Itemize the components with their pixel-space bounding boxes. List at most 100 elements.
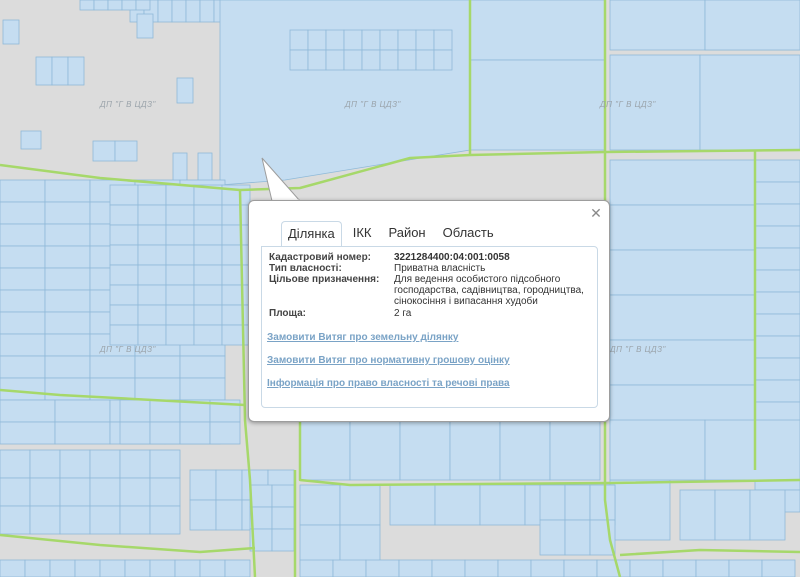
land-parcel[interactable] xyxy=(74,559,101,577)
land-parcel[interactable] xyxy=(109,244,139,266)
ownership-rights-info-link[interactable]: Інформація про право власності та речові… xyxy=(267,378,510,389)
land-parcel[interactable] xyxy=(89,505,121,535)
land-parcel[interactable] xyxy=(609,479,671,541)
land-parcel[interactable] xyxy=(0,377,46,401)
land-parcel[interactable] xyxy=(754,291,800,315)
land-parcel[interactable] xyxy=(271,528,295,552)
land-parcel[interactable] xyxy=(197,152,213,184)
land-parcel[interactable] xyxy=(59,449,91,479)
land-parcel[interactable] xyxy=(221,244,251,266)
land-parcel[interactable] xyxy=(397,49,417,71)
land-parcel[interactable] xyxy=(728,559,763,577)
land-parcel[interactable] xyxy=(609,249,756,296)
land-parcel[interactable] xyxy=(754,181,800,205)
land-parcel[interactable] xyxy=(59,477,91,507)
land-parcel[interactable] xyxy=(0,559,26,577)
land-parcel[interactable] xyxy=(51,56,69,86)
land-parcel[interactable] xyxy=(332,559,367,577)
land-parcel[interactable] xyxy=(109,224,139,246)
land-parcel[interactable] xyxy=(609,419,706,481)
land-parcel[interactable] xyxy=(44,289,91,313)
land-parcel[interactable] xyxy=(92,140,116,162)
land-parcel[interactable] xyxy=(54,421,111,445)
land-parcel[interactable] xyxy=(221,284,251,306)
land-parcel[interactable] xyxy=(662,559,697,577)
land-parcel[interactable] xyxy=(149,399,181,423)
land-parcel[interactable] xyxy=(221,304,251,326)
land-parcel[interactable] xyxy=(249,484,273,508)
land-parcel[interactable] xyxy=(398,559,433,577)
land-parcel[interactable] xyxy=(107,0,123,11)
land-parcel[interactable] xyxy=(0,289,46,313)
land-parcel[interactable] xyxy=(609,159,756,206)
land-parcel[interactable] xyxy=(464,559,499,577)
land-parcel[interactable] xyxy=(20,130,42,150)
land-parcel[interactable] xyxy=(179,377,226,401)
land-parcel[interactable] xyxy=(137,264,167,286)
land-parcel[interactable] xyxy=(189,469,217,501)
land-parcel[interactable] xyxy=(221,324,251,346)
land-parcel[interactable] xyxy=(0,505,31,535)
land-parcel[interactable] xyxy=(0,245,46,269)
land-parcel[interactable] xyxy=(754,379,800,403)
land-parcel[interactable] xyxy=(44,267,91,291)
land-parcel[interactable] xyxy=(149,449,181,479)
order-land-extract-link[interactable]: Замовити Витяг про земельну ділянку xyxy=(267,332,458,343)
land-parcel[interactable] xyxy=(361,49,381,71)
land-parcel[interactable] xyxy=(119,505,151,535)
land-parcel[interactable] xyxy=(754,357,800,381)
land-parcel[interactable] xyxy=(119,449,151,479)
land-parcel[interactable] xyxy=(137,224,167,246)
land-parcel[interactable] xyxy=(137,304,167,326)
land-parcel[interactable] xyxy=(563,559,598,577)
land-parcel[interactable] xyxy=(171,0,187,23)
land-parcel[interactable] xyxy=(0,311,46,335)
land-parcel[interactable] xyxy=(629,559,664,577)
land-parcel[interactable] xyxy=(389,484,436,526)
land-parcel[interactable] xyxy=(165,304,195,326)
land-parcel[interactable] xyxy=(149,505,181,535)
land-parcel[interactable] xyxy=(343,29,363,51)
land-parcel[interactable] xyxy=(44,355,91,379)
land-parcel[interactable] xyxy=(2,19,20,45)
land-parcel[interactable] xyxy=(165,184,195,206)
land-parcel[interactable] xyxy=(193,244,223,266)
land-parcel[interactable] xyxy=(193,264,223,286)
land-parcel[interactable] xyxy=(165,244,195,266)
land-parcel[interactable] xyxy=(299,419,351,481)
land-parcel[interactable] xyxy=(754,225,800,249)
land-parcel[interactable] xyxy=(434,484,481,526)
land-parcel[interactable] xyxy=(44,245,91,269)
land-parcel[interactable] xyxy=(415,49,435,71)
land-parcel[interactable] xyxy=(299,559,334,577)
land-parcel[interactable] xyxy=(433,29,453,51)
land-parcel[interactable] xyxy=(124,559,151,577)
land-parcel[interactable] xyxy=(289,29,309,51)
land-parcel[interactable] xyxy=(49,559,76,577)
land-parcel[interactable] xyxy=(609,204,756,251)
land-parcel[interactable] xyxy=(179,421,211,445)
land-parcel[interactable] xyxy=(325,49,345,71)
land-parcel[interactable] xyxy=(469,59,606,151)
land-parcel[interactable] xyxy=(44,179,91,203)
land-parcel[interactable] xyxy=(714,489,751,541)
land-parcel[interactable] xyxy=(109,264,139,286)
land-parcel[interactable] xyxy=(343,49,363,71)
land-parcel[interactable] xyxy=(0,399,56,423)
land-parcel[interactable] xyxy=(325,29,345,51)
land-parcel[interactable] xyxy=(109,284,139,306)
land-parcel[interactable] xyxy=(137,244,167,266)
land-parcel[interactable] xyxy=(165,224,195,246)
land-parcel[interactable] xyxy=(179,355,226,379)
land-parcel[interactable] xyxy=(0,355,46,379)
land-parcel[interactable] xyxy=(89,477,121,507)
land-parcel[interactable] xyxy=(121,0,137,11)
land-parcel[interactable] xyxy=(199,0,215,23)
land-parcel[interactable] xyxy=(695,559,730,577)
land-parcel[interactable] xyxy=(35,56,53,86)
land-parcel[interactable] xyxy=(157,0,173,23)
land-parcel[interactable] xyxy=(530,559,565,577)
land-parcel[interactable] xyxy=(754,269,800,293)
land-parcel[interactable] xyxy=(193,304,223,326)
land-parcel[interactable] xyxy=(24,559,51,577)
